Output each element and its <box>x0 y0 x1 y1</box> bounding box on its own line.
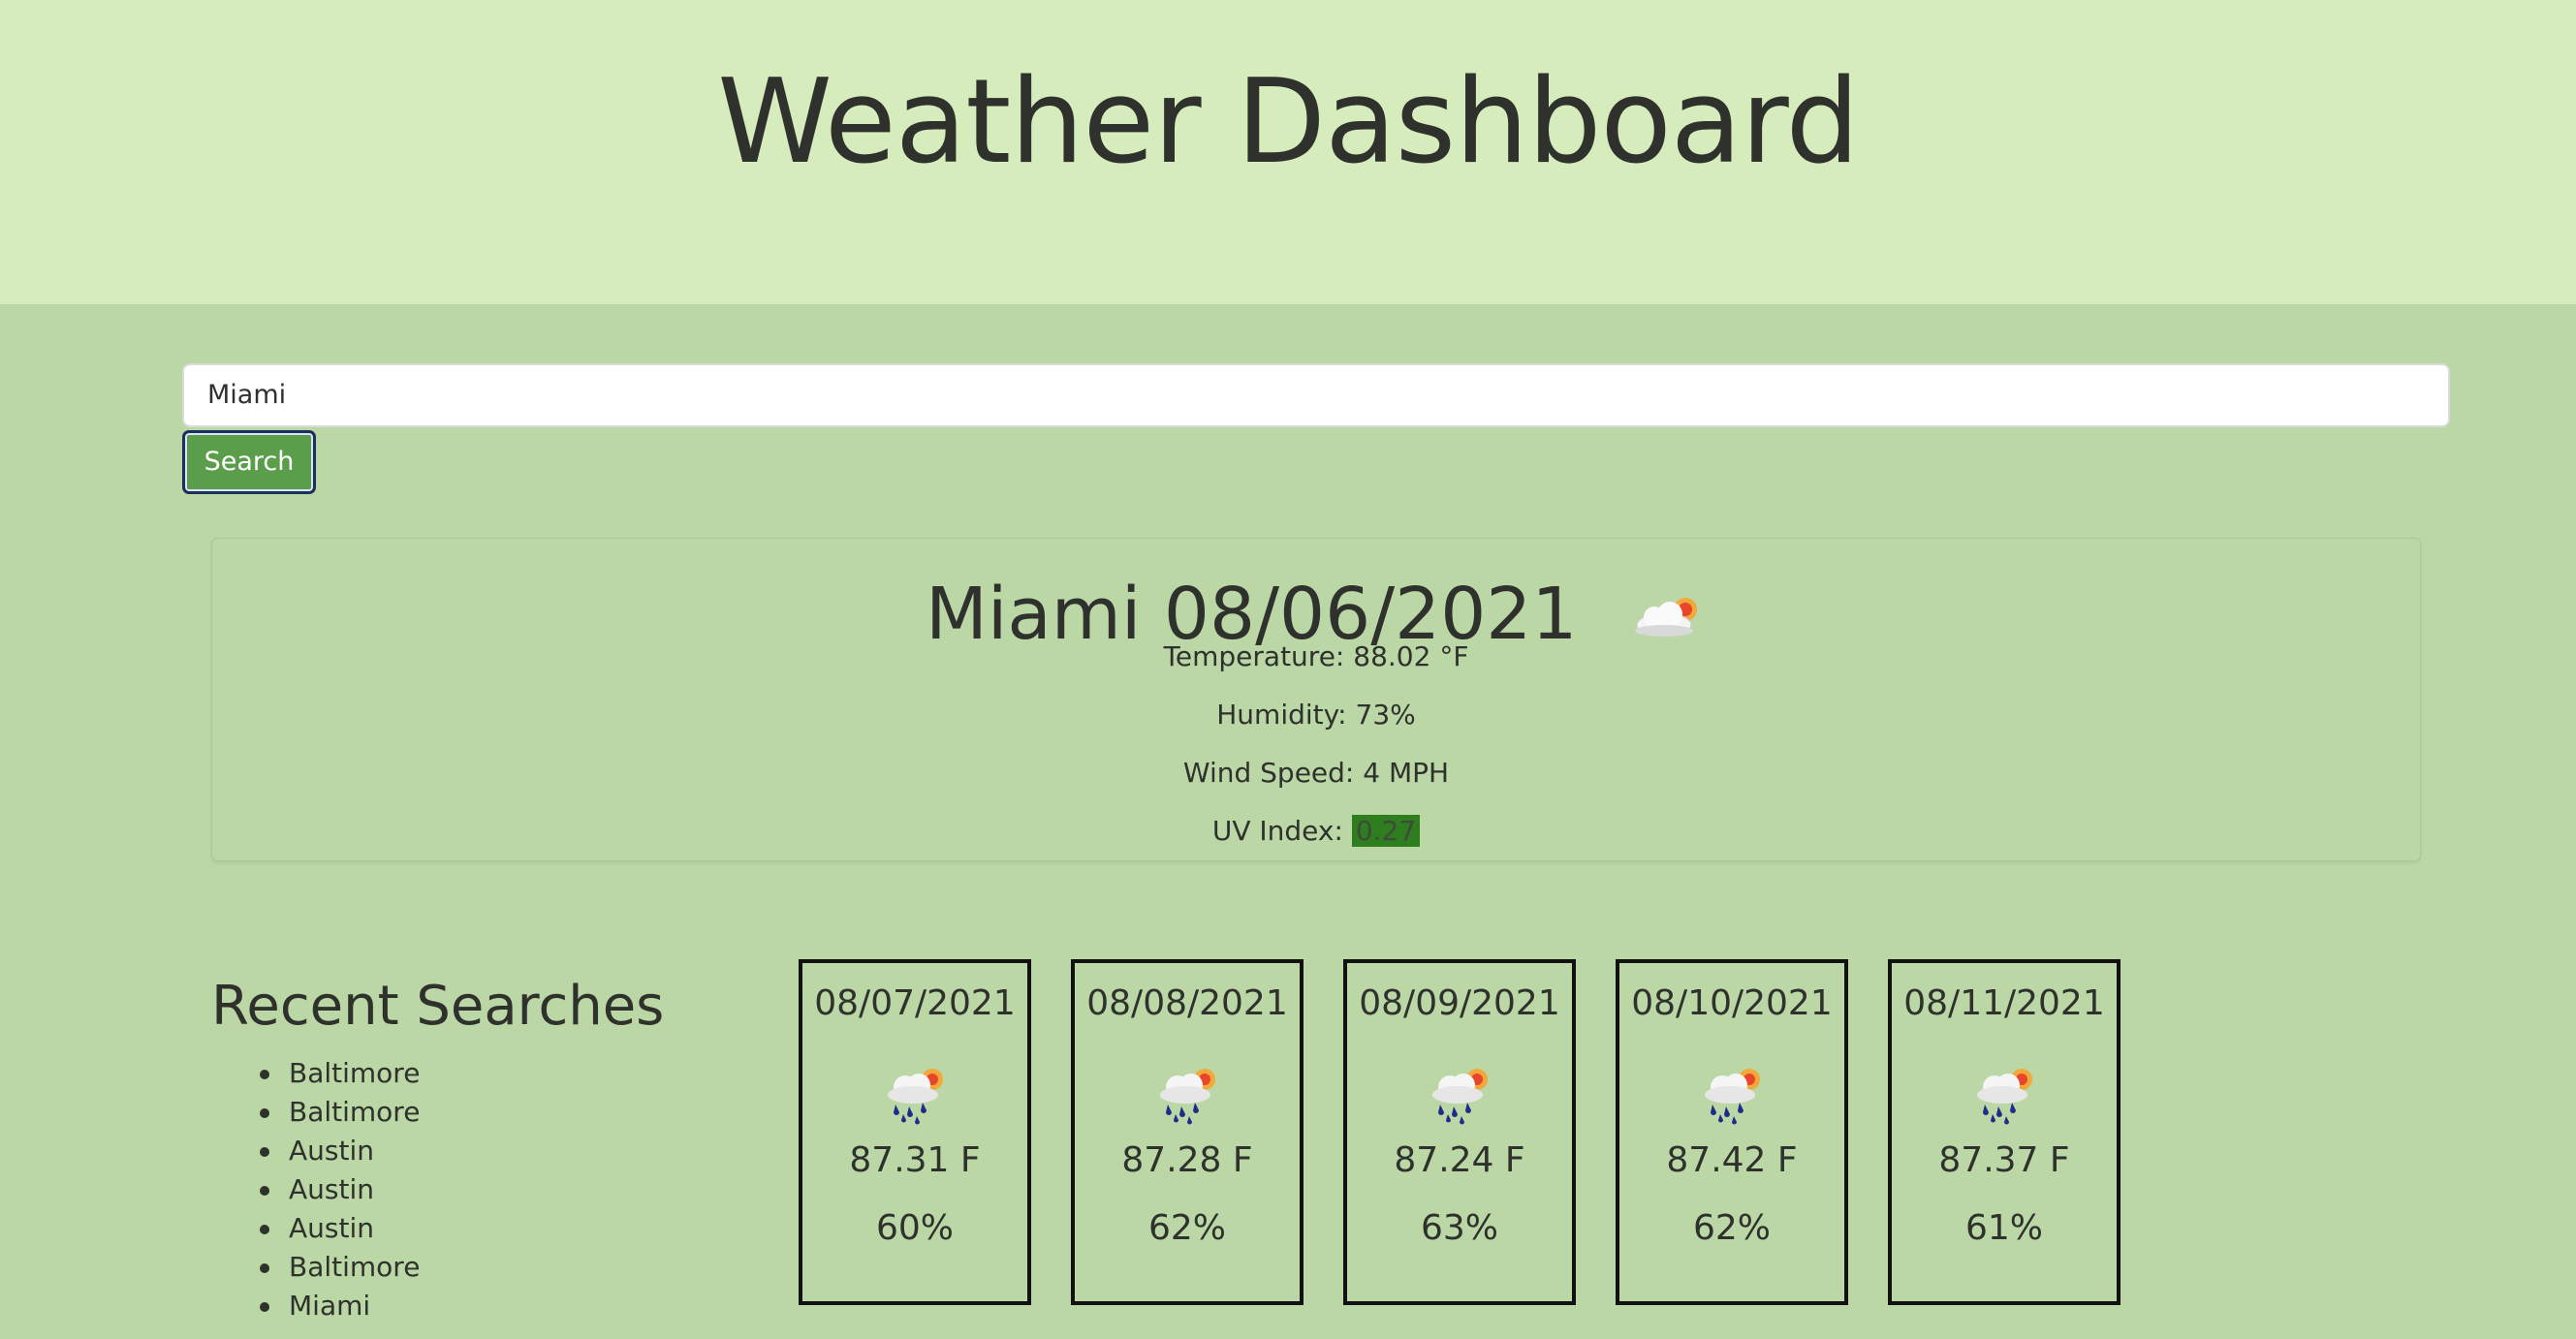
recent-searches-title: Recent Searches <box>211 975 665 1038</box>
rain-sun-icon <box>1150 1060 1228 1128</box>
current-uv-index: UV Index: 0.27 <box>212 812 2420 851</box>
rain-sun-icon <box>1695 1060 1773 1128</box>
forecast-date: 08/07/2021 <box>814 983 1016 1023</box>
forecast-temperature: 87.28 F <box>1121 1140 1253 1180</box>
uv-index-value: 0.27 <box>1351 815 1421 847</box>
page-header: Weather Dashboard <box>0 0 2576 304</box>
forecast-date: 08/08/2021 <box>1086 983 1288 1023</box>
forecast-temperature: 87.31 F <box>849 1140 981 1180</box>
forecast-humidity: 61% <box>1964 1208 2043 1248</box>
recent-search-item[interactable]: Baltimore <box>211 1054 420 1093</box>
recent-search-item[interactable]: Miami <box>211 1287 420 1325</box>
forecast-date: 08/11/2021 <box>1903 983 2105 1023</box>
search-button[interactable]: Search <box>182 430 316 494</box>
uv-index-label: UV Index: <box>1211 815 1352 847</box>
forecast-temperature: 87.42 F <box>1666 1140 1798 1180</box>
forecast-card: 08/09/2021 87.24 F 63% <box>1343 959 1576 1305</box>
current-temperature: Temperature: 88.02 °F <box>1163 640 1469 672</box>
rain-sun-icon <box>1967 1060 2045 1128</box>
recent-search-item[interactable]: Austin <box>211 1132 420 1170</box>
recent-search-item[interactable]: Austin <box>211 1209 420 1248</box>
forecast-humidity: 60% <box>875 1208 954 1248</box>
forecast-humidity: 62% <box>1147 1208 1226 1248</box>
forecast-date: 08/10/2021 <box>1631 983 1833 1023</box>
forecast-card: 08/10/2021 87.42 F 62% <box>1616 959 1848 1305</box>
page-title: Weather Dashboard <box>717 55 1859 190</box>
forecast-card: 08/11/2021 87.37 F 61% <box>1888 959 2120 1305</box>
recent-search-item[interactable]: Austin <box>211 1170 420 1209</box>
rain-sun-icon <box>1423 1060 1500 1128</box>
forecast-humidity: 62% <box>1692 1208 1771 1248</box>
forecast-temperature: 87.37 F <box>1938 1140 2070 1180</box>
recent-searches-list: Baltimore Baltimore Austin Austin Austin… <box>211 1054 420 1325</box>
forecast-date: 08/09/2021 <box>1359 983 1560 1023</box>
forecast-card: 08/08/2021 87.28 F 62% <box>1071 959 1304 1305</box>
current-wind-speed: Wind Speed: 4 MPH <box>1182 757 1450 789</box>
city-search-input[interactable]: Miami <box>182 363 2450 427</box>
recent-search-item[interactable]: Baltimore <box>211 1248 420 1287</box>
recent-search-item[interactable]: Baltimore <box>211 1093 420 1132</box>
current-humidity: Humidity: 73% <box>1216 699 1416 731</box>
forecast-card: 08/07/2021 87.31 F 60% <box>799 959 1031 1305</box>
forecast-temperature: 87.24 F <box>1394 1140 1525 1180</box>
current-weather-card: Miami 08/06/2021 Temperature: 88.02 °F H… <box>211 538 2421 861</box>
forecast-humidity: 63% <box>1420 1208 1498 1248</box>
rain-sun-icon <box>878 1060 956 1128</box>
partly-cloudy-icon <box>1629 583 1707 641</box>
